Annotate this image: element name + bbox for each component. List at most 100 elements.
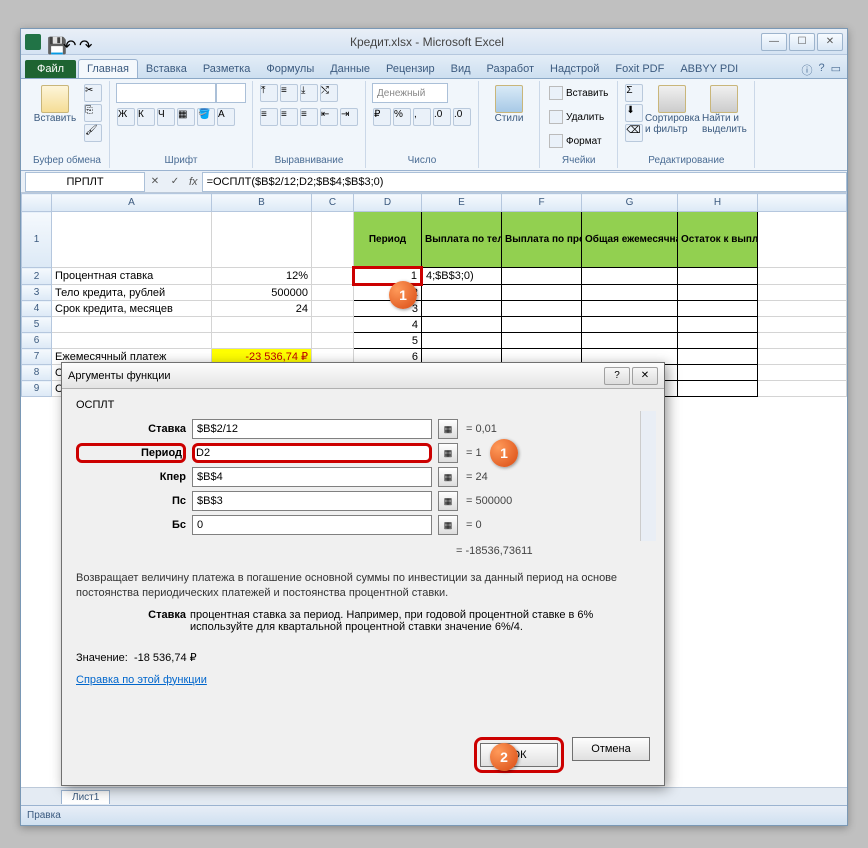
minimize-button[interactable]: — bbox=[761, 33, 787, 51]
help-icon[interactable]: ? bbox=[818, 62, 824, 78]
format-cells-button[interactable]: Формат bbox=[546, 131, 605, 151]
cell-e2[interactable]: 4;$B$3;0) bbox=[422, 268, 502, 285]
arg-rate-ref-icon[interactable]: ▦ bbox=[438, 419, 458, 439]
fill-color-button[interactable]: 🪣 bbox=[197, 108, 215, 126]
tab-addins[interactable]: Надстрой bbox=[542, 60, 607, 78]
col-h[interactable]: H bbox=[678, 194, 758, 212]
comma-button[interactable]: , bbox=[413, 108, 431, 126]
arg-pv-input[interactable] bbox=[192, 491, 432, 511]
col-b[interactable]: B bbox=[212, 194, 312, 212]
dialog-help-button[interactable]: ? bbox=[604, 367, 630, 385]
tab-foxit[interactable]: Foxit PDF bbox=[607, 60, 672, 78]
indent-inc[interactable]: ⇥ bbox=[340, 108, 358, 126]
tab-data[interactable]: Данные bbox=[322, 60, 378, 78]
paste-button[interactable]: Вставить bbox=[31, 83, 79, 126]
indent-dec[interactable]: ⇤ bbox=[320, 108, 338, 126]
cell-b4[interactable]: 24 bbox=[212, 301, 312, 317]
arg-period-ref-icon[interactable]: ▦ bbox=[438, 443, 458, 463]
col-d[interactable]: D bbox=[354, 194, 422, 212]
tab-dev[interactable]: Разработ bbox=[479, 60, 542, 78]
maximize-button[interactable]: ☐ bbox=[789, 33, 815, 51]
minimize-ribbon-icon[interactable]: ⓘ bbox=[801, 62, 812, 78]
align-middle[interactable]: ≡ bbox=[280, 84, 298, 102]
qat-undo-icon[interactable]: ↶ bbox=[63, 36, 75, 48]
cell-b3[interactable]: 500000 bbox=[212, 285, 312, 301]
copy-icon[interactable]: ⎘ bbox=[84, 104, 102, 122]
cell-b2[interactable]: 12% bbox=[212, 268, 312, 285]
cell-a4[interactable]: Срок кредита, месяцев bbox=[52, 301, 212, 317]
cut-icon[interactable]: ✂ bbox=[84, 84, 102, 102]
col-f[interactable]: F bbox=[502, 194, 582, 212]
number-format-combo[interactable]: Денежный bbox=[372, 83, 448, 103]
font-size-combo[interactable] bbox=[216, 83, 246, 103]
dialog-scrollbar[interactable] bbox=[640, 411, 656, 541]
cell-d2[interactable]: 1 bbox=[354, 268, 422, 285]
percent-button[interactable]: % bbox=[393, 108, 411, 126]
align-right[interactable]: ≡ bbox=[300, 108, 318, 126]
tab-home[interactable]: Главная bbox=[78, 59, 138, 78]
sort-filter-button[interactable]: Сортировка и фильтр bbox=[648, 83, 696, 137]
tab-file[interactable]: Файл bbox=[25, 60, 76, 78]
name-box[interactable] bbox=[25, 172, 145, 192]
tab-layout[interactable]: Разметка bbox=[195, 60, 259, 78]
qat-redo-icon[interactable]: ↷ bbox=[79, 36, 91, 48]
arg-pv-ref-icon[interactable]: ▦ bbox=[438, 491, 458, 511]
insert-cells-button[interactable]: Вставить bbox=[546, 83, 611, 103]
autosum-button[interactable]: Σ bbox=[625, 84, 643, 102]
fill-button[interactable]: ⬇ bbox=[625, 104, 643, 122]
select-all[interactable] bbox=[22, 194, 52, 212]
currency-button[interactable]: ₽ bbox=[373, 108, 391, 126]
col-a[interactable]: A bbox=[52, 194, 212, 212]
format-painter-icon[interactable]: 🖌 bbox=[84, 124, 102, 142]
align-bottom[interactable]: ⤓ bbox=[300, 84, 318, 102]
tab-review[interactable]: Рецензир bbox=[378, 60, 443, 78]
dialog-help-link[interactable]: Справка по этой функции bbox=[76, 674, 207, 686]
arg-period-input[interactable] bbox=[192, 443, 432, 463]
tab-view[interactable]: Вид bbox=[443, 60, 479, 78]
font-combo[interactable] bbox=[116, 83, 216, 103]
col-e[interactable]: E bbox=[422, 194, 502, 212]
formula-bar[interactable] bbox=[202, 172, 847, 192]
align-top[interactable]: ⤒ bbox=[260, 84, 278, 102]
row-1[interactable]: 1 bbox=[22, 212, 52, 268]
fx-icon[interactable]: fx bbox=[189, 176, 198, 188]
tab-abbyy[interactable]: ABBYY PDI bbox=[672, 60, 746, 78]
dialog-close-button[interactable]: ✕ bbox=[632, 367, 658, 385]
callout-1-dialog: 1 bbox=[490, 439, 518, 467]
arg-nper-input[interactable] bbox=[192, 467, 432, 487]
align-left[interactable]: ≡ bbox=[260, 108, 278, 126]
tab-insert[interactable]: Вставка bbox=[138, 60, 195, 78]
cell-a2[interactable]: Процентная ставка bbox=[52, 268, 212, 285]
col-g[interactable]: G bbox=[582, 194, 678, 212]
styles-button[interactable]: Стили bbox=[485, 83, 533, 126]
arg-rate-input[interactable] bbox=[192, 419, 432, 439]
qat-save-icon[interactable]: 💾 bbox=[47, 36, 59, 48]
col-c[interactable]: C bbox=[312, 194, 354, 212]
close-button[interactable]: ✕ bbox=[817, 33, 843, 51]
cell-a3[interactable]: Тело кредита, рублей bbox=[52, 285, 212, 301]
arg-fv-ref-icon[interactable]: ▦ bbox=[438, 515, 458, 535]
clear-button[interactable]: ⌫ bbox=[625, 124, 643, 142]
underline-button[interactable]: Ч bbox=[157, 108, 175, 126]
ribbon-options-icon[interactable]: ▭ bbox=[831, 62, 841, 78]
align-center[interactable]: ≡ bbox=[280, 108, 298, 126]
enter-formula-icon[interactable]: ✓ bbox=[165, 172, 185, 192]
bold-button[interactable]: Ж bbox=[117, 108, 135, 126]
find-select-button[interactable]: Найти и выделить bbox=[700, 83, 748, 137]
tab-formulas[interactable]: Формулы bbox=[258, 60, 322, 78]
border-button[interactable]: ▦ bbox=[177, 108, 195, 126]
cancel-formula-icon[interactable]: ✕ bbox=[145, 172, 165, 192]
inc-decimal[interactable]: .0 bbox=[433, 108, 451, 126]
italic-button[interactable]: К bbox=[137, 108, 155, 126]
delete-cells-button[interactable]: Удалить bbox=[546, 107, 607, 127]
sheet-tab-1[interactable]: Лист1 bbox=[61, 790, 110, 804]
font-color-button[interactable]: A bbox=[217, 108, 235, 126]
arg-fv-label: Бс bbox=[76, 519, 186, 531]
dialog-titlebar[interactable]: Аргументы функции ? ✕ bbox=[62, 363, 664, 389]
cancel-button[interactable]: Отмена bbox=[572, 737, 650, 761]
orientation[interactable]: ⤭ bbox=[320, 84, 338, 102]
ribbon: Вставить ✂⎘🖌 Буфер обмена ЖКЧ▦🪣A Шрифт ⤒… bbox=[21, 79, 847, 171]
dec-decimal[interactable]: .0 bbox=[453, 108, 471, 126]
arg-nper-ref-icon[interactable]: ▦ bbox=[438, 467, 458, 487]
arg-fv-input[interactable] bbox=[192, 515, 432, 535]
